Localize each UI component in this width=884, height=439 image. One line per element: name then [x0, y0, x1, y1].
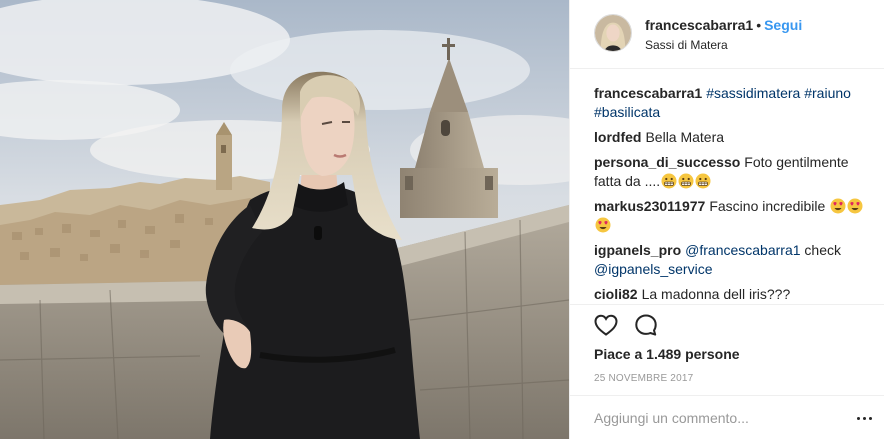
comment-item: persona_di_successo Foto gentilmente fatt…: [594, 153, 864, 191]
grimacing-face-icon: [661, 173, 677, 189]
add-comment-input[interactable]: [594, 408, 834, 428]
header-user-line: francescabarra1 • Segui: [645, 17, 802, 33]
heart-eyes-face-icon: [830, 198, 846, 214]
more-dots-icon: [857, 417, 860, 420]
comment-username[interactable]: persona_di_successo: [594, 154, 740, 170]
likes-prefix: Piace a: [594, 346, 643, 362]
mention-link[interactable]: @igpanels_service: [594, 261, 713, 277]
comments-list[interactable]: francescabarra1 #sassidimatera #raiuno #b…: [594, 84, 864, 304]
instagram-post: francescabarra1 • Segui Sassi di Matera fr…: [0, 0, 884, 439]
heart-eyes-face-icon: [595, 217, 611, 233]
comment-text: Bella Matera: [645, 129, 725, 145]
grimacing-face-icon: [678, 173, 694, 189]
hashtag-link[interactable]: #sassidimatera: [706, 85, 800, 101]
header-username[interactable]: francescabarra1: [645, 17, 753, 33]
actions-divider: [570, 304, 884, 305]
post-sidebar: francescabarra1 • Segui Sassi di Matera fr…: [569, 0, 884, 439]
post-location[interactable]: Sassi di Matera: [645, 38, 728, 52]
comment-username[interactable]: markus23011977: [594, 198, 705, 214]
comment-item: lordfed Bella Matera: [594, 128, 864, 147]
hashtag-link[interactable]: #raiuno: [804, 85, 851, 101]
more-options-button[interactable]: [856, 410, 874, 426]
likes-suffix: persone: [685, 346, 740, 362]
comment-username[interactable]: lordfed: [594, 129, 641, 145]
comment-text: Fascino incredibile: [709, 198, 826, 214]
comment-bubble-icon: [635, 314, 657, 336]
caption-username[interactable]: francescabarra1: [594, 85, 702, 101]
comment-username[interactable]: cioli82: [594, 286, 638, 302]
comment-text: La madonna dell iris???: [641, 286, 791, 302]
more-dots-icon: [869, 417, 872, 420]
add-comment-bar: [570, 395, 884, 439]
more-dots-icon: [863, 417, 866, 420]
hashtag-link[interactable]: #basilicata: [594, 104, 660, 120]
grimacing-face-icon: [695, 173, 711, 189]
avatar-image: [595, 15, 631, 51]
comment-button[interactable]: [633, 312, 659, 338]
follow-button[interactable]: Segui: [764, 17, 802, 33]
likes-number: 1.489: [646, 346, 682, 362]
post-photo[interactable]: [0, 0, 569, 439]
photo-illustration: [0, 0, 569, 439]
header-separator: •: [756, 17, 762, 33]
heart-eyes-face-icon: [847, 198, 863, 214]
post-header: francescabarra1 • Segui Sassi di Matera: [570, 0, 884, 69]
caption: francescabarra1 #sassidimatera #raiuno #b…: [594, 84, 864, 122]
comment-username[interactable]: igpanels_pro: [594, 242, 681, 258]
likes-count[interactable]: Piace a 1.489 persone: [594, 346, 740, 362]
like-button[interactable]: [593, 312, 619, 338]
comment-item: igpanels_pro @francescabarra1 check @igpa…: [594, 241, 864, 279]
mention-link[interactable]: @francescabarra1: [685, 242, 800, 258]
heart-icon: [594, 314, 618, 336]
post-date: 25 NOVEMBRE 2017: [594, 373, 694, 384]
comment-text: check: [804, 242, 841, 258]
user-avatar[interactable]: [594, 14, 632, 52]
comment-item: cioli82 La madonna dell iris???: [594, 285, 864, 304]
comment-item: markus23011977 Fascino incredibile: [594, 197, 864, 235]
